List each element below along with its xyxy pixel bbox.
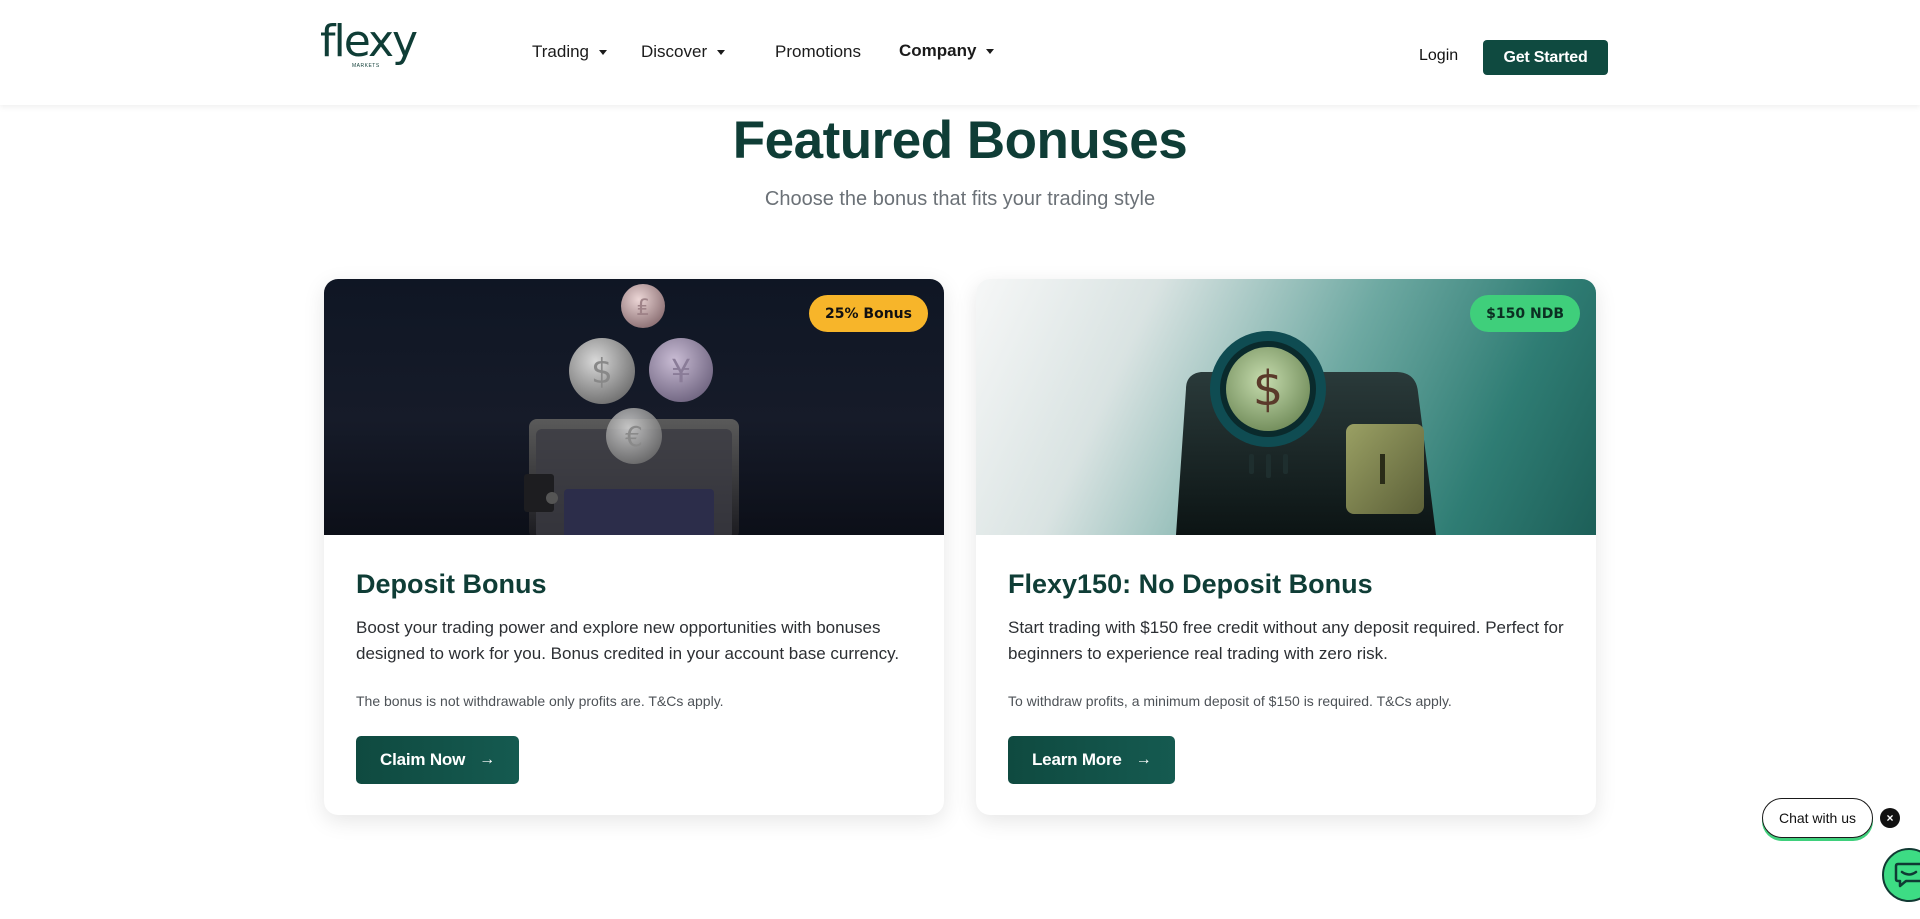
logo-subtext: MARKETS xyxy=(352,63,380,69)
wallet-with-coins-illustration: € $ ¥ ₤ 25% Bonus xyxy=(324,279,944,535)
logo[interactable]: flexy MARKETS xyxy=(320,16,418,70)
bonus-badge: 25% Bonus xyxy=(809,295,928,332)
dollar-coin-card-illustration: $ $150 NDB xyxy=(976,279,1596,535)
claim-now-button[interactable]: Claim Now → xyxy=(356,736,519,784)
learn-more-button[interactable]: Learn More → xyxy=(1008,736,1176,784)
nav-trading[interactable]: Trading xyxy=(532,42,608,62)
claim-now-label: Claim Now xyxy=(380,750,466,769)
get-started-button[interactable]: Get Started xyxy=(1483,40,1608,75)
chevron-down-icon xyxy=(986,48,995,54)
card-terms-note: The bonus is not withdrawable only profi… xyxy=(356,693,724,709)
close-icon[interactable]: × xyxy=(1880,808,1900,828)
card-description: Start trading with $150 free credit with… xyxy=(1008,618,1564,663)
chevron-down-icon xyxy=(599,49,608,55)
chat-launcher-button[interactable] xyxy=(1882,848,1920,902)
nav-discover[interactable]: Discover xyxy=(641,42,726,62)
learn-more-label: Learn More xyxy=(1032,750,1122,769)
chat-icon xyxy=(1894,862,1920,888)
svg-text:$: $ xyxy=(1253,361,1284,417)
bonus-card-no-deposit: $ $150 NDB Flexy150: No Deposit Bonus St… xyxy=(976,279,1596,815)
nav-trading-label: Trading xyxy=(532,42,590,61)
arrow-right-icon: → xyxy=(479,751,495,768)
bonus-badge: $150 NDB xyxy=(1470,295,1580,332)
site-header: flexy MARKETS Trading Discover Promotion… xyxy=(0,0,1920,105)
nav-promotions-label: Promotions xyxy=(775,42,861,61)
page-title: Featured Bonuses xyxy=(732,111,1188,170)
card-title: Deposit Bonus xyxy=(356,569,547,599)
arrow-right-icon: → xyxy=(1135,751,1152,768)
card-title: Flexy150: No Deposit Bonus xyxy=(1008,569,1373,599)
svg-text:¥: ¥ xyxy=(671,352,691,390)
page-subtitle: Choose the bonus that fits your trading … xyxy=(764,188,1156,210)
logo-wordmark: flexy xyxy=(320,16,418,67)
card-terms-note: To withdraw profits, a minimum deposit o… xyxy=(1008,693,1452,709)
nav-promotions[interactable]: Promotions xyxy=(775,42,861,62)
bonus-card-deposit: € $ ¥ ₤ 25% Bonus Deposit Bonus Boost yo… xyxy=(324,279,944,815)
nav-company-label: Company xyxy=(899,41,977,60)
svg-text:€: € xyxy=(625,420,643,453)
svg-text:₤: ₤ xyxy=(636,296,650,321)
login-link[interactable]: Login xyxy=(1419,47,1458,65)
card-description: Boost your trading power and explore new… xyxy=(356,618,900,663)
svg-text:$: $ xyxy=(591,352,613,392)
chat-with-us-bubble[interactable]: Chat with us xyxy=(1762,798,1873,838)
nav-company[interactable]: Company xyxy=(899,41,995,61)
nav-discover-label: Discover xyxy=(641,42,708,61)
chevron-down-icon xyxy=(717,49,726,55)
